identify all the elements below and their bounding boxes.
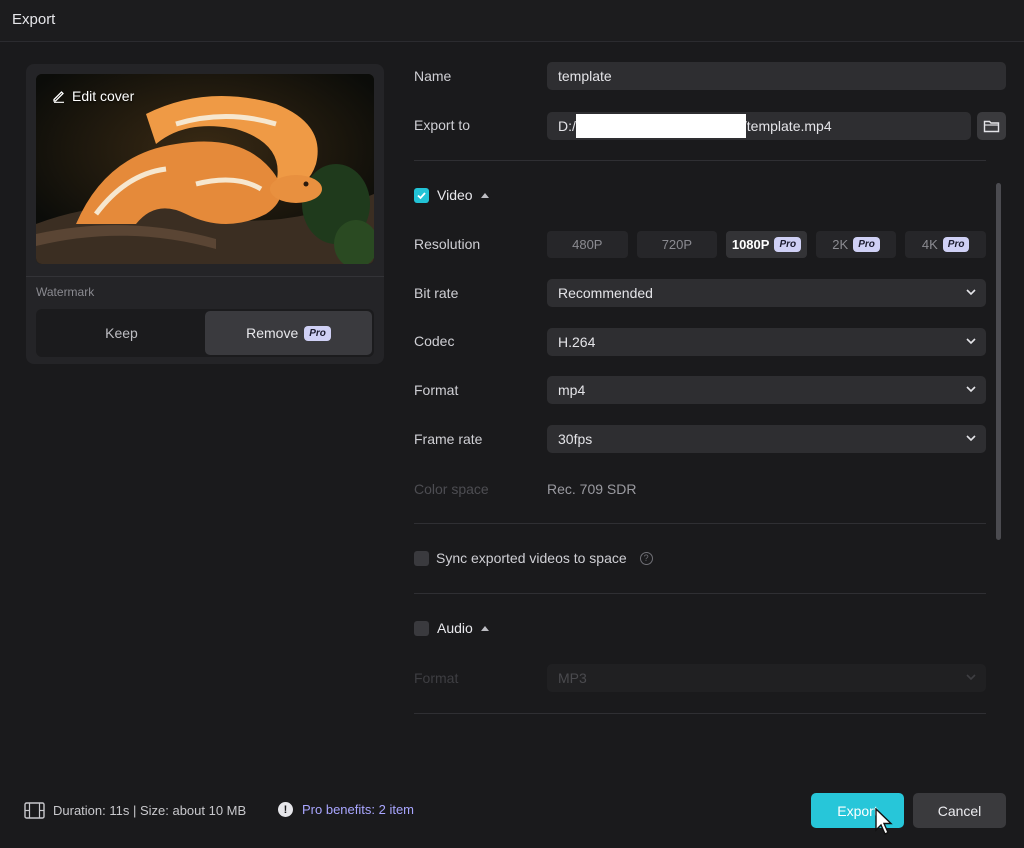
resolution-1080p-label: 1080P <box>731 237 770 252</box>
resolution-480p[interactable]: 480P <box>547 231 628 258</box>
pro-benefits-label: Pro benefits: 2 item <box>302 802 414 817</box>
video-label: Video <box>437 187 473 203</box>
bitrate-value: Recommended <box>558 285 653 301</box>
scrollbar[interactable] <box>996 183 1001 540</box>
sync-option[interactable]: Sync exported videos to space ? <box>414 550 653 566</box>
remove-label: Remove <box>246 325 299 341</box>
watermark-label: Watermark <box>36 285 95 299</box>
bitrate-select[interactable]: Recommended <box>547 279 986 307</box>
export-to-label: Export to <box>414 117 471 133</box>
chevron-down-icon <box>966 338 976 345</box>
resolution-720p-label: 720P <box>661 237 693 252</box>
resolution-4k[interactable]: 4K Pro <box>905 231 986 258</box>
audio-section-header[interactable]: Audio <box>414 620 489 636</box>
caret-up-icon[interactable] <box>480 192 489 198</box>
resolution-4k-label: 4K <box>921 237 938 252</box>
chevron-down-icon <box>966 435 976 442</box>
film-icon <box>24 802 45 819</box>
pro-benefits-link[interactable]: ! Pro benefits: 2 item <box>278 802 414 817</box>
name-input[interactable]: template <box>547 62 1006 90</box>
window-title: Export <box>12 11 56 28</box>
pro-badge: Pro <box>942 237 970 252</box>
chevron-down-icon <box>966 674 976 681</box>
mouse-cursor-icon <box>875 808 893 835</box>
sync-label: Sync exported videos to space <box>436 550 627 566</box>
caret-up-icon[interactable] <box>480 625 489 631</box>
chevron-down-icon <box>966 386 976 393</box>
title-bar: Export <box>0 0 1024 42</box>
sync-checkbox[interactable] <box>414 550 429 566</box>
resolution-480p-label: 480P <box>572 237 603 252</box>
format-value: mp4 <box>558 382 586 398</box>
codec-select[interactable]: H.264 <box>547 328 986 356</box>
divider <box>414 713 986 714</box>
audio-format-select: MP3 <box>547 664 986 692</box>
warning-icon: ! <box>278 802 293 817</box>
resolution-options: 480P 720P 1080P Pro 2K Pro 4K Pro <box>547 231 986 258</box>
resolution-2k[interactable]: 2K Pro <box>815 231 897 258</box>
divider <box>414 593 986 594</box>
colorspace-label: Color space <box>414 481 489 497</box>
cover-thumbnail[interactable]: Edit cover <box>36 74 374 264</box>
name-label: Name <box>414 68 452 84</box>
resolution-2k-label: 2K <box>832 237 849 252</box>
path-prefix: D:/ <box>558 118 576 134</box>
export-info: Duration: 11s | Size: about 10 MB <box>24 802 246 819</box>
keep-label: Keep <box>105 325 138 341</box>
audio-label: Audio <box>437 620 473 636</box>
audio-checkbox[interactable] <box>414 620 429 636</box>
resolution-1080p[interactable]: 1080P Pro <box>726 231 807 258</box>
codec-value: H.264 <box>558 334 596 350</box>
format-select[interactable]: mp4 <box>547 376 986 404</box>
pro-badge: Pro <box>853 237 880 252</box>
bitrate-label: Bit rate <box>414 285 459 301</box>
resolution-label: Resolution <box>414 236 481 252</box>
check-icon <box>417 191 426 199</box>
framerate-value: 30fps <box>558 431 593 447</box>
codec-label: Codec <box>414 333 455 349</box>
cancel-button[interactable]: Cancel <box>913 793 1006 828</box>
pro-badge: Pro <box>304 325 331 341</box>
audio-format-label: Format <box>414 670 459 686</box>
resolution-720p[interactable]: 720P <box>636 231 718 258</box>
duration-size-text: Duration: 11s | Size: about 10 MB <box>53 803 247 818</box>
watermark-keep-button[interactable]: Keep <box>38 311 205 355</box>
format-label: Format <box>414 382 459 398</box>
divider <box>414 160 986 161</box>
pro-badge: Pro <box>774 237 802 252</box>
path-suffix: /template.mp4 <box>742 118 832 134</box>
preview-panel: Edit cover Watermark Keep Remove Pro <box>26 64 384 364</box>
framerate-label: Frame rate <box>414 431 483 447</box>
browse-folder-button[interactable] <box>977 112 1006 140</box>
watermark-toggle: Keep Remove Pro <box>36 309 374 357</box>
colorspace-value: Rec. 709 SDR <box>547 481 637 497</box>
divider <box>26 276 384 277</box>
help-icon[interactable]: ? <box>639 551 653 565</box>
edit-cover-label: Edit cover <box>72 88 135 104</box>
watermark-remove-button[interactable]: Remove Pro <box>205 311 372 355</box>
framerate-select[interactable]: 30fps <box>547 425 986 453</box>
video-checkbox[interactable] <box>414 187 429 203</box>
video-section-header[interactable]: Video <box>414 187 489 203</box>
edit-cover-button[interactable]: Edit cover <box>52 88 134 104</box>
redacted-path <box>576 114 746 138</box>
folder-icon <box>983 120 1000 133</box>
divider <box>414 523 986 524</box>
audio-format-value: MP3 <box>558 670 587 686</box>
pencil-icon <box>53 91 64 103</box>
chevron-down-icon <box>966 289 976 296</box>
